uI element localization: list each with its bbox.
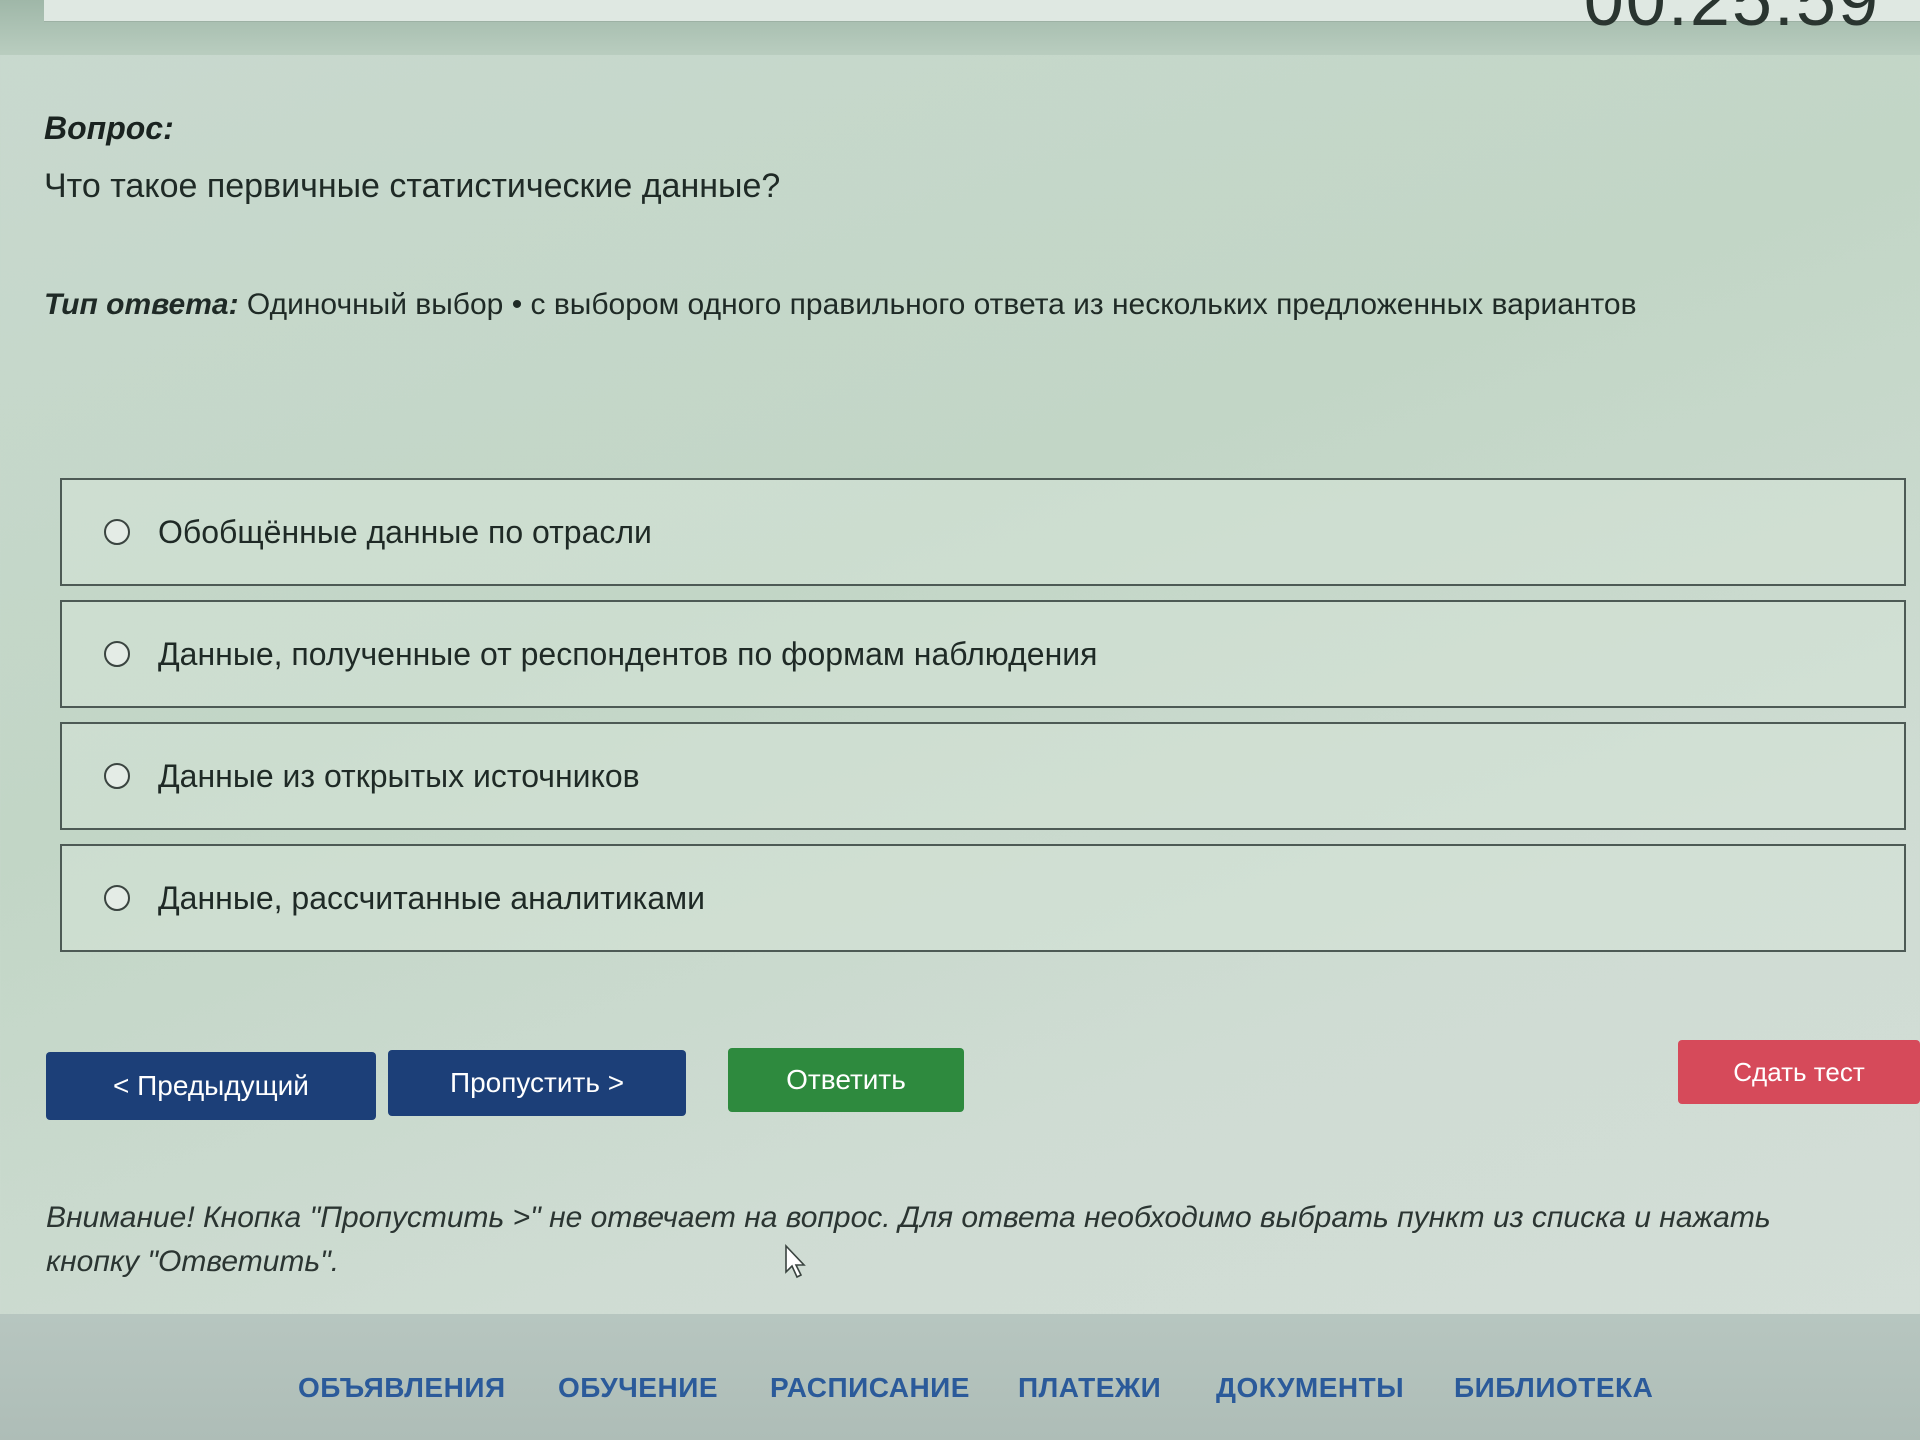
answer-type-text: Одиночный выбор • с выбором одного прави… (246, 288, 1637, 321)
answer-option-4[interactable]: Данные, рассчитанные аналитиками (60, 844, 1906, 952)
option-label: Обобщённые данные по отрасли (158, 513, 652, 550)
nav-learning[interactable]: ОБУЧЕНИЕ (558, 1372, 718, 1404)
skip-warning: Внимание! Кнопка "Пропустить >" не отвеч… (46, 1201, 1771, 1278)
top-strip: 00:25:59 (0, 0, 1920, 55)
answer-option-1[interactable]: Обобщённые данные по отрасли (60, 478, 1906, 586)
answer-type: Тип ответа: Одиночный выбор • с выбором … (44, 288, 1904, 322)
nav-documents[interactable]: ДОКУМЕНТЫ (1216, 1372, 1404, 1404)
radio-button[interactable] (104, 641, 130, 667)
footer-nav: ОБЪЯВЛЕНИЯ ОБУЧЕНИЕ РАСПИСАНИЕ ПЛАТЕЖИ Д… (0, 1314, 1920, 1440)
submit-test-button[interactable]: Сдать тест (1678, 1040, 1920, 1104)
action-buttons: < Предыдущий Пропустить > Ответить Сдать… (46, 1040, 1920, 1126)
option-label: Данные, рассчитанные аналитиками (158, 879, 706, 916)
option-label: Данные из открытых источников (158, 757, 640, 794)
question-section: Вопрос: Что такое первичные статистическ… (44, 110, 1904, 322)
answer-button[interactable]: Ответить (728, 1048, 964, 1112)
nav-schedule[interactable]: РАСПИСАНИЕ (770, 1372, 970, 1404)
nav-library[interactable]: БИБЛИОТЕКА (1454, 1372, 1653, 1404)
radio-button[interactable] (104, 763, 130, 789)
test-timer: 00:25:59 (1583, 0, 1880, 41)
answer-options: Обобщённые данные по отрасли Данные, пол… (60, 478, 1906, 966)
question-text: Что такое первичные статистические данны… (44, 167, 781, 205)
previous-button[interactable]: < Предыдущий (46, 1052, 376, 1120)
radio-button[interactable] (104, 519, 130, 545)
radio-button[interactable] (104, 885, 130, 911)
nav-payments[interactable]: ПЛАТЕЖИ (1018, 1372, 1161, 1404)
answer-option-2[interactable]: Данные, полученные от респондентов по фо… (60, 600, 1906, 708)
question-label: Вопрос: (44, 110, 174, 146)
skip-button[interactable]: Пропустить > (388, 1050, 686, 1116)
mouse-cursor-icon (785, 1244, 806, 1279)
nav-announcements[interactable]: ОБЪЯВЛЕНИЯ (298, 1372, 506, 1404)
answer-type-label: Тип ответа: (44, 288, 239, 321)
answer-option-3[interactable]: Данные из открытых источников (60, 722, 1906, 830)
option-label: Данные, полученные от респондентов по фо… (158, 635, 1098, 672)
